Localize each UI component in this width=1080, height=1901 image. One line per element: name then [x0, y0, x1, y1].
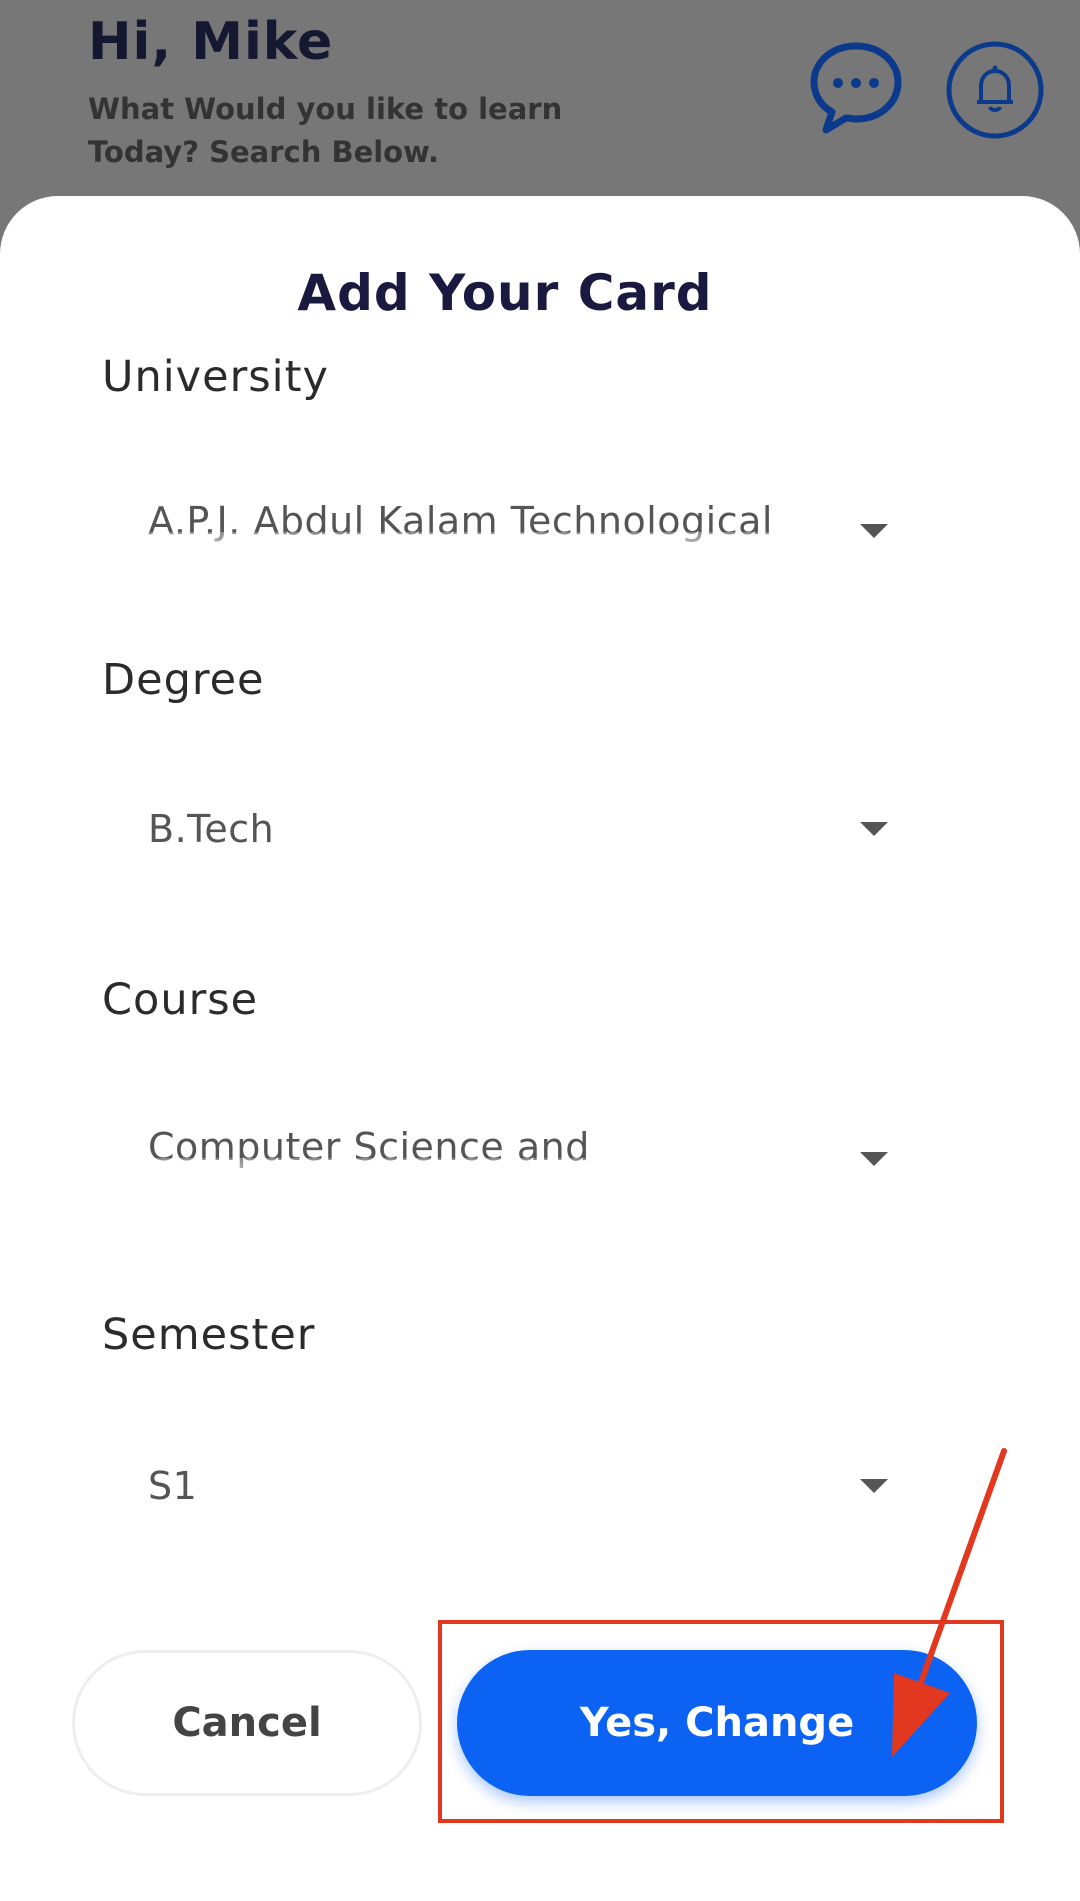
semester-label: Semester — [102, 1310, 316, 1360]
semester-select[interactable]: S1 — [148, 1457, 888, 1527]
fade-overlay — [148, 532, 808, 562]
degree-value: B.Tech — [148, 807, 275, 851]
chevron-down-icon — [860, 524, 888, 538]
university-label: University — [102, 352, 329, 402]
greeting-subtitle: What Would you like to learn Today? Sear… — [88, 92, 563, 169]
annotation-arrow-icon — [892, 1448, 1007, 1757]
degree-label: Degree — [102, 655, 265, 705]
cancel-button[interactable]: Cancel — [72, 1650, 422, 1796]
bell-icon[interactable] — [945, 40, 1045, 140]
course-label: Course — [102, 975, 259, 1025]
course-select[interactable]: Computer Science and Engineering — [148, 1118, 888, 1188]
chat-bubble-icon[interactable] — [808, 40, 904, 136]
semester-value: S1 — [148, 1464, 198, 1508]
sheet-title: Add Your Card — [297, 264, 713, 322]
degree-select[interactable]: B.Tech — [148, 800, 888, 870]
greeting-text: Hi, Mike — [88, 12, 334, 72]
university-select[interactable]: A.P.J. Abdul Kalam Technological Univers… — [148, 492, 888, 562]
fade-overlay — [148, 1158, 808, 1188]
chevron-down-icon — [860, 1152, 888, 1166]
chevron-down-icon — [860, 822, 888, 836]
